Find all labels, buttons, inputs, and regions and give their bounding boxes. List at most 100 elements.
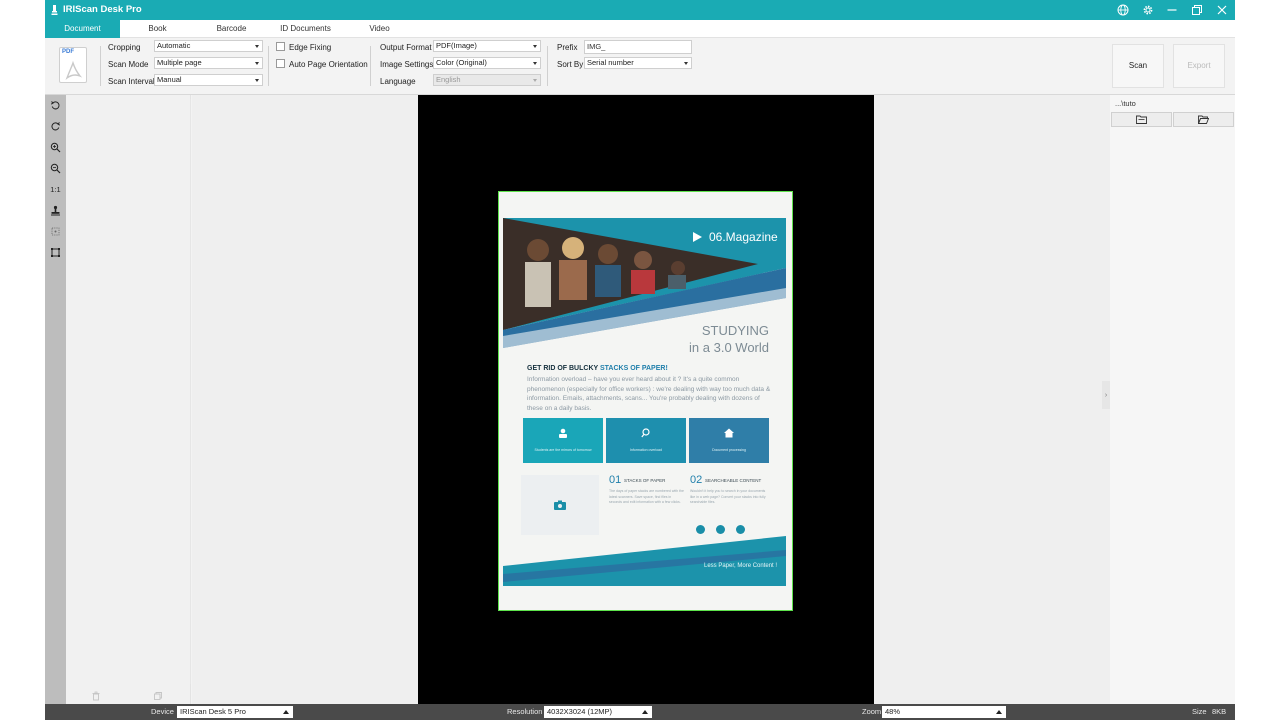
chevron-down-icon — [684, 62, 688, 65]
chevron-up-icon — [283, 710, 289, 714]
size-label: Size — [1192, 707, 1207, 716]
zoom-out-button[interactable] — [48, 161, 63, 176]
auto-orientation-label: Auto Page Orientation — [289, 60, 368, 69]
rotate-left-icon — [50, 101, 60, 110]
pdf-tag-label: PDF — [62, 49, 74, 55]
output-format-select[interactable]: PDF(Image) — [433, 40, 541, 52]
actual-size-button[interactable]: 1:1 — [48, 182, 63, 197]
outer-right-margin — [1235, 0, 1280, 720]
toolbar-divider — [547, 46, 548, 86]
browse-folder-button[interactable] — [1173, 112, 1234, 127]
footer-slogan: Less Paper, More Content ! — [704, 563, 778, 569]
stamp-button[interactable] — [48, 203, 63, 218]
scan-mode-value: Multiple page — [157, 58, 202, 67]
tab-book[interactable]: Book — [120, 20, 195, 38]
output-path: ...\tuto — [1115, 99, 1136, 108]
app-window: IRIScan Desk Pro Document Book Barcode I… — [45, 0, 1235, 720]
output-format-value: PDF(Image) — [436, 41, 477, 50]
cropping-label: Cropping — [108, 43, 141, 52]
fit-window-icon — [51, 227, 60, 236]
delete-button[interactable] — [66, 689, 126, 703]
camera-preview[interactable]: 06.Magazine STUDYING in a 3.0 World GET … — [418, 95, 874, 704]
chevron-down-icon — [255, 45, 259, 48]
feature-box-students: Students are the mirrors of tomorrow — [523, 418, 603, 463]
open-folder-button[interactable] — [1111, 112, 1172, 127]
chevron-up-icon — [996, 710, 1002, 714]
prefix-input[interactable]: IMG_ — [584, 40, 692, 54]
rotate-left-button[interactable] — [48, 98, 63, 113]
minimize-button[interactable] — [1165, 3, 1179, 17]
crop-icon — [51, 248, 60, 257]
thumbnail-footer — [66, 688, 191, 704]
section-label-2: SEARCHEABLE CONTENT — [705, 478, 762, 483]
title-bar: IRIScan Desk Pro — [45, 0, 1235, 20]
collapse-pane-handle[interactable]: › — [1102, 381, 1110, 409]
scan-interval-label: Scan Interval — [108, 77, 155, 86]
device-value: IRIScan Desk 5 Pro — [180, 707, 246, 716]
image-settings-select[interactable]: Color (Original) — [433, 57, 541, 69]
sort-by-label: Sort By — [557, 60, 584, 69]
close-button[interactable] — [1215, 3, 1229, 17]
thumbnail-scrollbar-track[interactable] — [190, 99, 191, 684]
image-settings-value: Color (Original) — [436, 58, 487, 67]
language-select: English — [433, 74, 541, 86]
minimize-icon — [1167, 9, 1177, 11]
resolution-value: 4032X3024 (12MP) — [547, 707, 613, 716]
feature-box-students-label: Students are the mirrors of tomorrow — [534, 448, 592, 452]
document-subheading: GET RID OF BULCKY STACKS OF PAPER! — [527, 365, 668, 372]
section-number-2: 02 — [690, 474, 703, 486]
resolution-label: Resolution — [507, 707, 543, 716]
magazine-title: 06.Magazine — [709, 230, 778, 244]
outer-left-margin — [0, 0, 45, 720]
sort-by-value: Serial number — [587, 58, 634, 67]
scan-button[interactable]: Scan — [1112, 44, 1164, 88]
toolbar-divider — [268, 46, 269, 86]
trash-icon — [92, 691, 100, 701]
zoom-in-button[interactable] — [48, 140, 63, 155]
edge-fixing-checkbox[interactable] — [276, 42, 285, 51]
app-title: IRIScan Desk Pro — [63, 4, 142, 15]
restore-icon — [1192, 5, 1202, 15]
output-folder-pane: › ...\tuto — [1102, 95, 1235, 704]
feature-box-processing-label: Document processing — [712, 448, 746, 452]
tab-video[interactable]: Video — [343, 20, 416, 38]
preview-workspace: 06.Magazine STUDYING in a 3.0 World GET … — [192, 95, 1110, 704]
section-text-1: The days of paper stacks are numbered wi… — [609, 489, 684, 504]
scan-mode-label: Scan Mode — [108, 60, 149, 69]
thumbnail-pane[interactable] — [66, 95, 191, 704]
tab-document[interactable]: Document — [45, 20, 120, 38]
zoom-select[interactable]: 48% — [882, 706, 1006, 718]
copy-button[interactable] — [128, 689, 188, 703]
folder-icon — [1136, 115, 1147, 124]
section-label-1: STACKS OF PAPER — [624, 478, 666, 483]
heading-line-1: STUDYING — [701, 323, 769, 338]
resolution-select[interactable]: 4032X3024 (12MP) — [544, 706, 652, 718]
social-dot-icon — [736, 525, 745, 534]
scan-interval-select[interactable]: Manual — [154, 74, 263, 86]
view-tools: 1:1 — [45, 95, 66, 704]
feature-box-information-label: Information overload — [630, 448, 662, 452]
scan-mode-select[interactable]: Multiple page — [154, 57, 263, 69]
device-select[interactable]: IRIScan Desk 5 Pro — [177, 706, 293, 718]
folder-open-icon — [1198, 115, 1209, 124]
crop-button[interactable] — [48, 245, 63, 260]
cropping-value: Automatic — [157, 41, 191, 50]
language-globe-button[interactable] — [1116, 3, 1130, 17]
rotate-right-button[interactable] — [48, 119, 63, 134]
tab-barcode[interactable]: Barcode — [195, 20, 268, 38]
zoom-label: Zoom — [862, 707, 882, 716]
search-icon — [641, 428, 650, 438]
auto-orientation-checkbox[interactable] — [276, 59, 285, 68]
globe-icon — [1117, 4, 1129, 16]
tab-id-documents[interactable]: ID Documents — [268, 20, 343, 38]
restore-button[interactable] — [1190, 3, 1204, 17]
sort-by-select[interactable]: Serial number — [584, 57, 692, 69]
fit-to-window-button[interactable] — [48, 224, 63, 239]
status-bar: Device IRIScan Desk 5 Pro Resolution 403… — [45, 704, 1235, 720]
settings-button[interactable] — [1141, 3, 1155, 17]
social-dot-icon — [716, 525, 725, 534]
cropping-select[interactable]: Automatic — [154, 40, 263, 52]
detected-document-crop[interactable]: 06.Magazine STUDYING in a 3.0 World GET … — [498, 191, 793, 611]
camera-icon — [554, 500, 566, 510]
copy-icon — [154, 692, 162, 700]
